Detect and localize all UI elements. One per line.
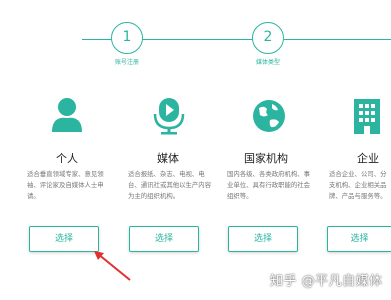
step-connector-middle bbox=[142, 39, 252, 40]
card-title: 国家机构 bbox=[244, 152, 288, 165]
globe-icon bbox=[253, 100, 285, 132]
step-2-circle: 2 bbox=[252, 22, 284, 54]
card-description: 国内各级、各类政府机构、事业单位、具有行政职能的社会组织等。 bbox=[227, 170, 311, 200]
select-button-media[interactable]: 选择 bbox=[129, 226, 199, 252]
card-description: 适合报纸、杂志、电视、电台、通讯社或其他以生产内容为主的组织机构。 bbox=[128, 170, 212, 200]
building-icon bbox=[354, 99, 380, 134]
annotation-arrow-icon bbox=[94, 251, 131, 281]
card-description: 适合垂直领域专家、意见领袖、评论家及自媒体人士申请。 bbox=[27, 170, 104, 200]
step-2-label: 媒体类型 bbox=[255, 59, 280, 66]
select-button-government[interactable]: 选择 bbox=[228, 226, 298, 252]
step-connector-left bbox=[82, 39, 112, 40]
watermark: 知乎 @平凡自媒体 bbox=[270, 274, 383, 289]
step-connector-right bbox=[284, 39, 391, 40]
microphone-icon bbox=[153, 98, 185, 135]
select-button-enterprise[interactable]: 选择 bbox=[327, 226, 391, 252]
card-title: 个人 bbox=[56, 152, 78, 165]
card-title: 媒体 bbox=[157, 152, 179, 165]
person-icon bbox=[52, 98, 82, 132]
step-1-label: 账号注册 bbox=[114, 59, 139, 66]
card-title: 企业 bbox=[357, 152, 379, 165]
step-1-circle: 1 bbox=[111, 22, 143, 54]
card-description: 适合企业、公司、分支机构、企业相关品牌、产品与服务等。 bbox=[329, 170, 387, 200]
